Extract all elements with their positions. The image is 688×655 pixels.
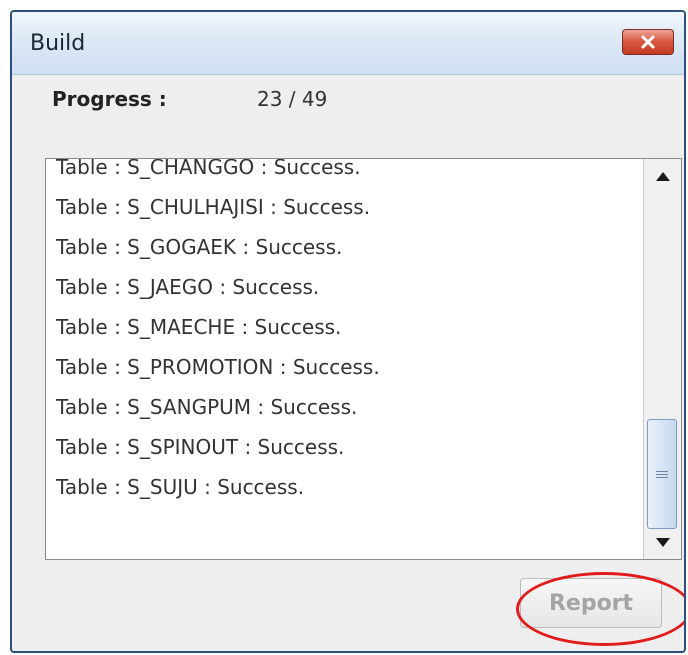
scroll-grip-icon bbox=[656, 469, 668, 480]
scroll-thumb[interactable] bbox=[647, 419, 677, 529]
vertical-scrollbar[interactable] bbox=[643, 159, 681, 559]
list-item[interactable]: Table : S_CHULHAJISI : Success. bbox=[46, 187, 643, 227]
list-item[interactable]: Table : S_SPINOUT : Success. bbox=[46, 427, 643, 467]
title-bar[interactable]: Build bbox=[12, 12, 684, 75]
arrow-down-icon bbox=[655, 537, 670, 547]
close-button[interactable] bbox=[622, 29, 674, 55]
report-button[interactable]: Report bbox=[520, 578, 662, 628]
window-title: Build bbox=[30, 31, 86, 56]
list-item[interactable]: Table : S_GOGAEK : Success. bbox=[46, 227, 643, 267]
list-item[interactable]: Table : S_MAECHE : Success. bbox=[46, 307, 643, 347]
list-item[interactable]: Table : S_SUJU : Success. bbox=[46, 467, 643, 507]
build-log-list[interactable]: Table : S_CHANGGO : Success. Table : S_C… bbox=[45, 158, 682, 560]
build-dialog: Build Progress : 23 / 49 Table : S_CHANG… bbox=[10, 10, 686, 653]
scroll-up-button[interactable] bbox=[646, 161, 679, 191]
list-item[interactable]: Table : S_CHANGGO : Success. bbox=[46, 159, 643, 187]
list-item[interactable]: Table : S_PROMOTION : Success. bbox=[46, 347, 643, 387]
progress-label: Progress : bbox=[52, 87, 167, 111]
arrow-up-icon bbox=[655, 171, 670, 181]
build-log-items: Table : S_CHANGGO : Success. Table : S_C… bbox=[46, 159, 643, 559]
close-icon bbox=[641, 35, 655, 49]
scroll-down-button[interactable] bbox=[646, 527, 679, 557]
list-item[interactable]: Table : S_JAEGO : Success. bbox=[46, 267, 643, 307]
list-item[interactable]: Table : S_SANGPUM : Success. bbox=[46, 387, 643, 427]
progress-value: 23 / 49 bbox=[257, 87, 328, 111]
